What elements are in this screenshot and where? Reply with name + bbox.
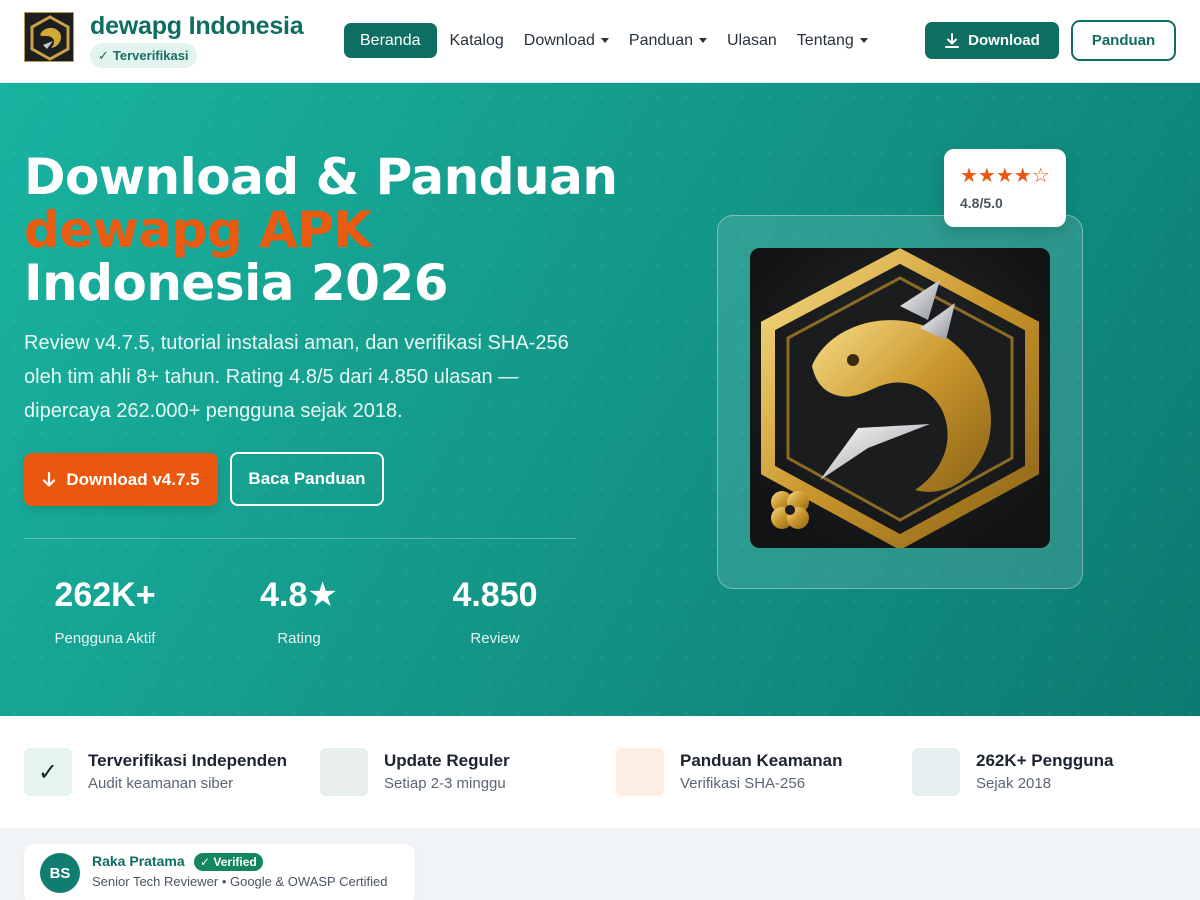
stat-users: 262K+ Pengguna Aktif: [20, 575, 190, 647]
author-role: Senior Tech Reviewer • Google & OWASP Ce…: [92, 874, 388, 889]
app-icon-image: [750, 248, 1050, 548]
hero-divider: [24, 538, 576, 539]
check-icon: ✓: [98, 47, 109, 63]
avatar[interactable]: BS: [40, 853, 80, 893]
header-download-label: Download: [968, 32, 1040, 49]
nav-item-download[interactable]: Download: [514, 23, 619, 58]
hero-title-line3: Indonesia 2026: [24, 254, 449, 312]
feature-verified: ✓ Terverifikasi Independen Audit keamana…: [24, 748, 304, 796]
hero-description: Review v4.7.5, tutorial instalasi aman, …: [24, 332, 569, 422]
feature-update: Update Reguler Setiap 2-3 minggu: [320, 748, 600, 796]
nav-item-ulasan[interactable]: Ulasan: [717, 23, 787, 58]
header-download-button[interactable]: Download: [925, 22, 1059, 59]
hero-title-line1: Download & Panduan: [24, 148, 618, 206]
stat-label: Pengguna Aktif: [54, 630, 156, 647]
caret-down-icon: [859, 38, 868, 43]
stat-label: Rating: [277, 630, 321, 647]
arrow-down-icon: [43, 471, 56, 487]
feature-title: Terverifikasi Independen: [88, 751, 288, 770]
feature-security: Panduan Keamanan Verifikasi SHA-256: [616, 748, 896, 796]
header-guide-button[interactable]: Panduan: [1071, 20, 1176, 61]
feature-title: Panduan Keamanan: [680, 751, 843, 770]
feature-title: 262K+ Pengguna: [976, 751, 1114, 770]
feature-subtitle: Setiap 2-3 minggu: [384, 775, 506, 792]
nav-item-label: Katalog: [449, 31, 504, 49]
feature-users: 262K+ Pengguna Sejak 2018: [912, 748, 1192, 796]
stat-value: 262K+: [54, 576, 156, 614]
users-icon: [912, 748, 960, 796]
site-header: dewapg Indonesia ✓ Terverifikasi Beranda…: [0, 0, 1200, 83]
nav-item-panduan[interactable]: Panduan: [619, 23, 717, 58]
app-preview-card: [717, 215, 1083, 589]
rating-value: 4.8/5.0: [960, 195, 1003, 211]
caret-down-icon: [698, 38, 707, 43]
download-icon: [945, 32, 960, 48]
hero-download-button[interactable]: Download v4.7.5: [24, 453, 218, 506]
feature-title: Update Reguler: [384, 751, 510, 770]
nav-item-label: Panduan: [628, 31, 693, 49]
feature-subtitle: Verifikasi SHA-256: [680, 775, 806, 792]
caret-down-icon: [600, 38, 609, 43]
author-card: BS Raka Pratama ✓ Verified Senior Tech R…: [24, 844, 415, 900]
hero-read-guide-button[interactable]: Baca Panduan: [230, 452, 384, 506]
stat-rating: 4.8★ Rating: [214, 575, 384, 647]
nav-item-beranda[interactable]: Beranda: [344, 23, 437, 58]
nav-item-label: Download: [523, 31, 595, 49]
nav-item-label: Tentang: [796, 31, 854, 49]
checkmark-icon: ✓: [24, 748, 72, 796]
stat-reviews: 4.850 Review: [410, 575, 580, 647]
feature-subtitle: Sejak 2018: [976, 775, 1052, 792]
stat-value: 4.850: [452, 576, 538, 614]
nav-item-katalog[interactable]: Katalog: [440, 23, 514, 58]
nav-item-tentang[interactable]: Tentang: [787, 23, 878, 58]
author-name[interactable]: Raka Pratama: [92, 853, 185, 869]
brand-title[interactable]: dewapg Indonesia: [90, 12, 304, 41]
hero-title-line2: dewapg APK: [24, 201, 372, 259]
nav-item-label: Ulasan: [726, 31, 777, 49]
feature-subtitle: Audit keamanan siber: [88, 775, 234, 792]
verified-badge-label: Terverifikasi: [112, 48, 189, 63]
logo-image[interactable]: [24, 12, 74, 62]
update-icon: [320, 748, 368, 796]
stat-value: 4.8★: [260, 576, 338, 614]
rating-card: ★★★★☆ 4.8/5.0: [944, 149, 1066, 227]
hero-download-label: Download v4.7.5: [66, 469, 200, 489]
features-strip: ✓ Terverifikasi Independen Audit keamana…: [0, 716, 1200, 828]
rating-stars-icon: ★★★★☆: [960, 165, 1050, 187]
nav-item-label: Beranda: [360, 31, 421, 49]
main-nav: Beranda Katalog Download Panduan Ulasan …: [344, 23, 878, 58]
verified-author-badge: ✓ Verified: [194, 853, 263, 871]
verified-badge: ✓ Terverifikasi: [90, 43, 197, 68]
shield-icon: [616, 748, 664, 796]
stat-label: Review: [470, 630, 520, 647]
